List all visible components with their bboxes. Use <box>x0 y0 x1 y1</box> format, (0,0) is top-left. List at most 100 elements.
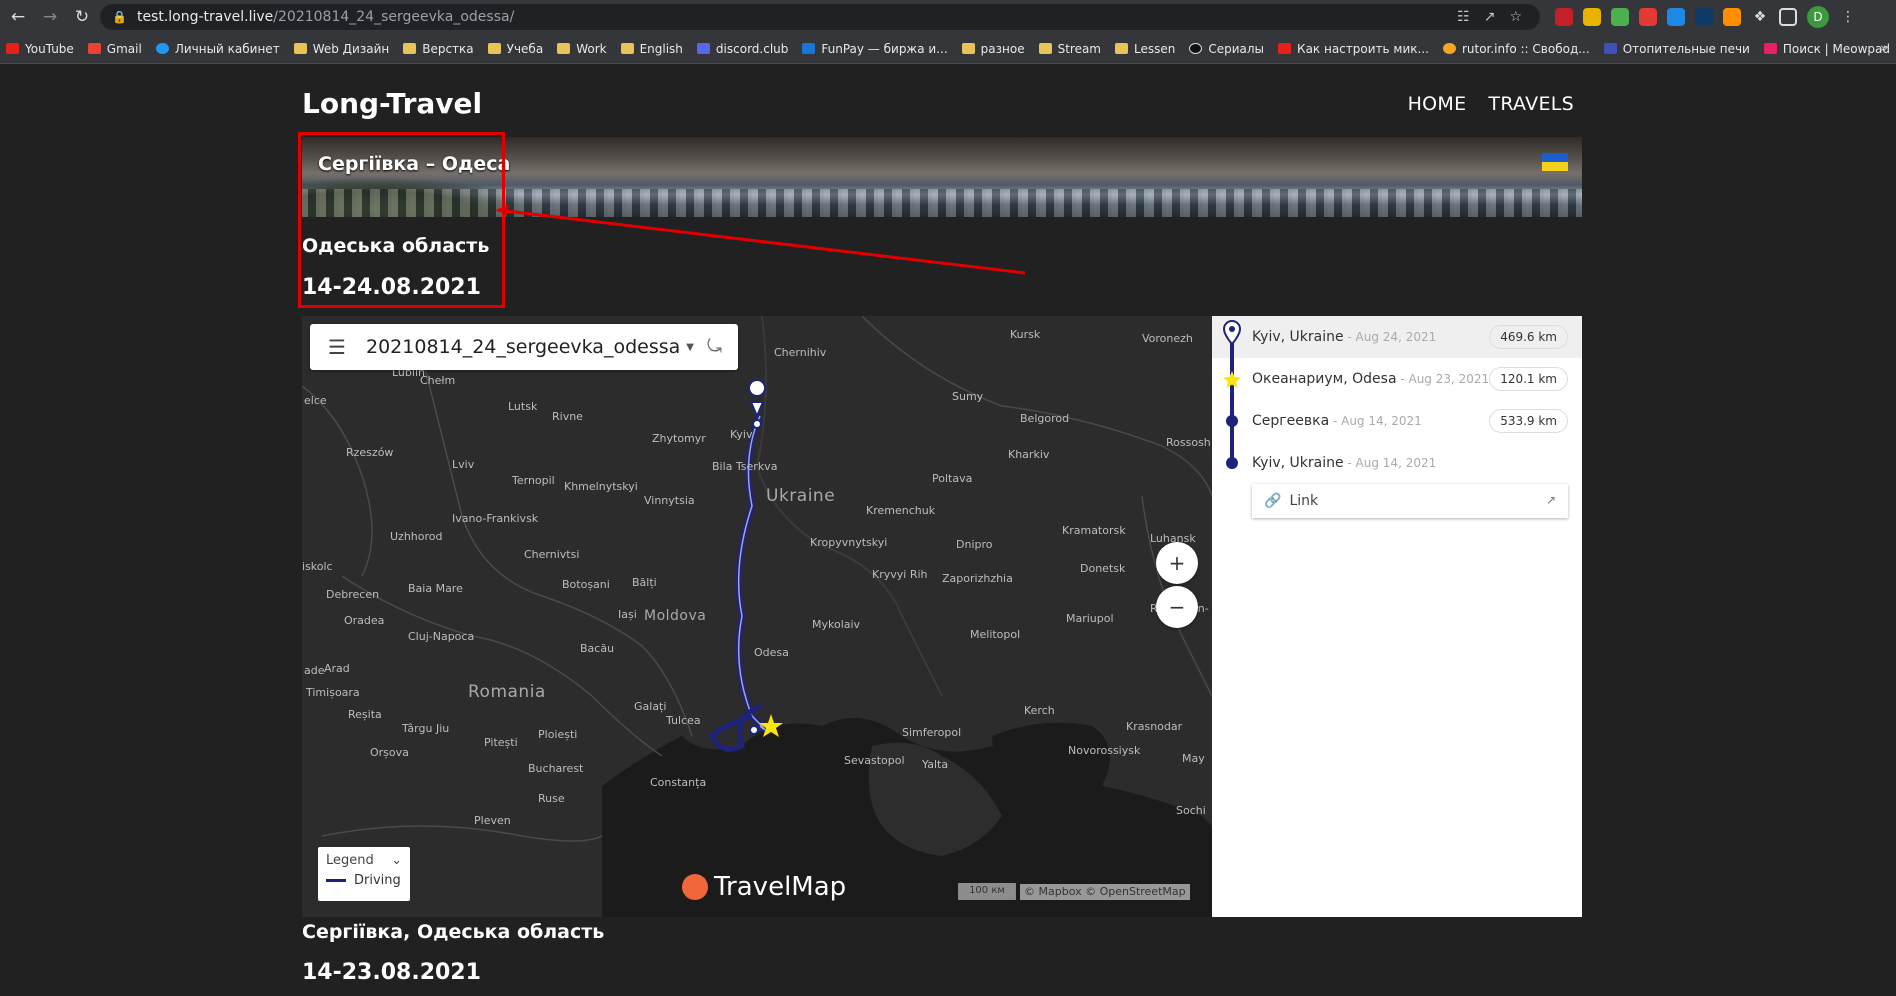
forward-arrow-icon[interactable]: → <box>36 3 64 31</box>
bookmark-folder[interactable]: Lessen <box>1115 42 1175 56</box>
bookmark-youtube[interactable]: YouTube <box>6 42 74 56</box>
rutor-icon <box>1442 43 1456 54</box>
lock-icon: 🔒 <box>112 10 127 24</box>
map-name-dropdown[interactable]: 20210814_24_sergeevka_odessa <box>366 336 680 358</box>
map-label: Constanța <box>650 776 707 789</box>
map-label: Bucharest <box>528 762 584 775</box>
stop-item[interactable]: Сергеевка - Aug 14, 2021 533.9 km <box>1212 400 1582 442</box>
map-label: Khmelnytskyi <box>564 480 638 493</box>
bookmark-series[interactable]: Сериалы <box>1189 42 1264 56</box>
map-label: Oradea <box>344 614 385 627</box>
bookmark-folder[interactable]: Верстка <box>403 42 474 56</box>
bookmark-funpay[interactable]: FunPay — биржа и... <box>802 42 948 56</box>
folder-icon <box>403 43 417 54</box>
menu-dots-icon[interactable]: ⋮ <box>1839 8 1857 26</box>
travel-map[interactable]: Kursk Voronezh Chernihiv Sumy Lublin Che… <box>302 316 1212 917</box>
star-icon <box>1223 371 1241 388</box>
stop-item[interactable]: Океанариум, Odesa - Aug 23, 2021 120.1 k… <box>1212 358 1582 400</box>
link-label: Link <box>1289 493 1319 509</box>
timeline-line <box>1230 338 1234 458</box>
bookmark-folder[interactable]: Учеба <box>487 42 543 56</box>
map-label: Iași <box>618 608 637 621</box>
extension-icon[interactable] <box>1723 8 1741 26</box>
map-label: Kyiv <box>730 428 753 441</box>
extension-icon[interactable] <box>1667 8 1685 26</box>
chevron-down-icon[interactable]: ⌄ <box>391 853 402 868</box>
map-label: Kropyvnytskyi <box>810 536 888 549</box>
link-icon: 🔗 <box>1264 493 1282 509</box>
url-host: test.long-travel.live <box>136 9 274 25</box>
gmail-icon <box>87 43 101 54</box>
back-arrow-icon[interactable]: ← <box>4 3 32 31</box>
stop-distance: 120.1 km <box>1489 367 1568 391</box>
map-label: Bila Tserkva <box>712 460 778 473</box>
hamburger-menu-icon[interactable]: ☰ <box>328 335 350 359</box>
map-label: Tulcea <box>666 714 701 727</box>
map-label: Timișoara <box>306 686 360 699</box>
bookmarks-bar: YouTube Gmail Личный кабинет Web Дизайн … <box>0 34 1896 64</box>
bookmark-meowpad[interactable]: Поиск | Meowpad <box>1763 42 1890 56</box>
travelmap-logo[interactable]: TravelMap <box>682 872 846 902</box>
bookmark-folder[interactable]: English <box>620 42 683 56</box>
bookmark-folder[interactable]: Work <box>557 42 607 56</box>
bookmark-youtube-mic[interactable]: Как настроить мик... <box>1278 42 1429 56</box>
folder-icon <box>620 43 634 54</box>
legend-item-driving: Driving <box>354 873 401 888</box>
nav-travels[interactable]: TRAVELS <box>1488 93 1574 115</box>
side-panel-icon[interactable] <box>1779 8 1797 26</box>
bookmark-stoves[interactable]: Отопительные печи <box>1603 42 1750 56</box>
map-label: iskolc <box>302 560 333 573</box>
bookmark-cabinet[interactable]: Личный кабинет <box>155 42 280 56</box>
share-page-icon[interactable]: ↗ <box>1484 9 1496 25</box>
bookmark-star-icon[interactable]: ☆ <box>1509 9 1522 25</box>
bookmark-folder[interactable]: Web Дизайн <box>293 42 389 56</box>
stop-name: Сергеевка <box>1252 413 1330 429</box>
chevron-down-icon[interactable]: ▼ <box>686 342 694 353</box>
stove-icon <box>1603 43 1617 54</box>
nav-home[interactable]: HOME <box>1408 93 1467 115</box>
address-bar[interactable]: 🔒 test.long-travel.live/20210814_24_serg… <box>100 4 1540 30</box>
folder-icon <box>1115 43 1128 54</box>
bookmark-discord[interactable]: discord.club <box>696 42 788 56</box>
map-label: Dnipro <box>956 538 993 551</box>
translate-icon[interactable]: ☷ <box>1457 9 1470 25</box>
stop-item[interactable]: Kyiv, Ukraine - Aug 14, 2021 <box>1212 442 1582 484</box>
map-label: Kharkiv <box>1008 448 1050 461</box>
zoom-out-button[interactable]: − <box>1156 586 1198 628</box>
site-title[interactable]: Long-Travel <box>302 87 482 120</box>
map-label: Kryvyi Rih <box>872 568 928 581</box>
map-scale: 100 км <box>958 883 1016 900</box>
timeline-dot <box>1226 415 1238 427</box>
avatar[interactable]: D <box>1807 6 1829 28</box>
stop-item[interactable]: Kyiv, Ukraine - Aug 24, 2021 469.6 km <box>1212 316 1582 358</box>
extension-icon[interactable] <box>1583 8 1601 26</box>
external-link-icon[interactable]: ↗ <box>1546 493 1556 507</box>
bookmark-gmail[interactable]: Gmail <box>87 42 142 56</box>
extension-icon[interactable] <box>1695 8 1713 26</box>
travelmap-logo-icon <box>682 874 708 900</box>
stops-panel: Kyiv, Ukraine - Aug 24, 2021 469.6 km Ок… <box>1212 316 1582 917</box>
map-toolbar: ☰ 20210814_24_sergeevka_odessa ▼ ⤿ <box>310 324 738 370</box>
map-label: ade <box>304 664 325 677</box>
puzzle-icon[interactable]: ❖ <box>1751 8 1769 26</box>
extension-icon[interactable] <box>1611 8 1629 26</box>
share-icon[interactable]: ⤿ <box>707 336 722 357</box>
zoom-in-button[interactable]: + <box>1156 542 1198 584</box>
map-label: Botoșani <box>562 578 610 591</box>
map-legend[interactable]: Legend ⌄ Driving <box>318 847 410 901</box>
stop-date: - Aug 24, 2021 <box>1343 330 1437 344</box>
chevron-right-icon[interactable]: » <box>1880 41 1888 56</box>
bookmark-folder[interactable]: Stream <box>1038 42 1101 56</box>
reload-icon[interactable]: ↻ <box>68 3 96 31</box>
map-label: Lutsk <box>508 400 538 413</box>
extension-icon[interactable] <box>1555 8 1573 26</box>
annotation-box <box>298 132 505 308</box>
bookmark-folder[interactable]: разное <box>961 42 1025 56</box>
map-attribution[interactable]: © Mapbox © OpenStreetMap <box>1020 884 1190 900</box>
extension-icon[interactable] <box>1639 8 1657 26</box>
bookmark-rutor[interactable]: rutor.info :: Свобод... <box>1442 42 1590 56</box>
folder-icon <box>557 43 571 54</box>
legend-title: Legend <box>326 853 374 868</box>
link-card[interactable]: 🔗 Link ↗ <box>1252 484 1568 518</box>
folder-icon <box>293 43 307 54</box>
